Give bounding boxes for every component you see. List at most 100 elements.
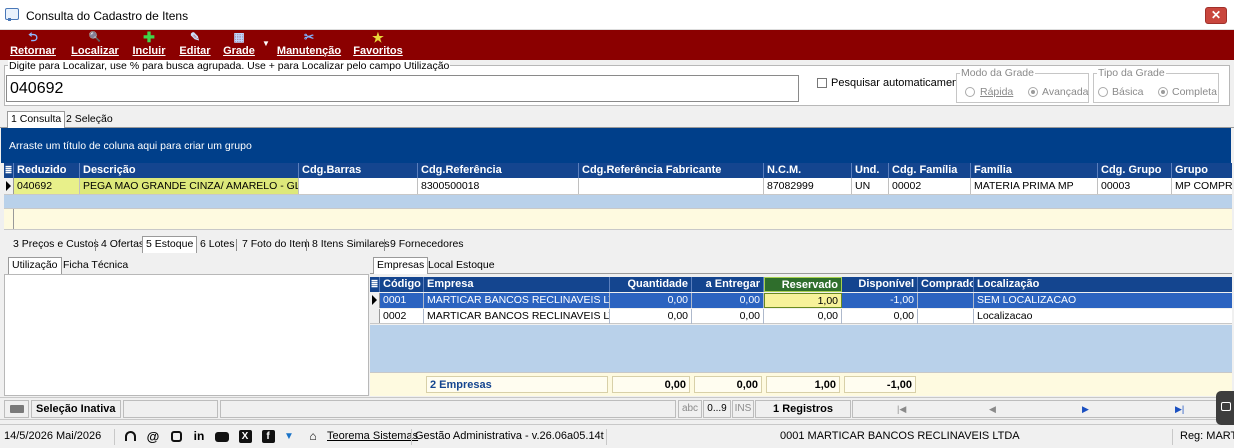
cell-localizacao[interactable]: SEM LOCALIZACAO [974,293,1232,308]
grid-type-completa-radio[interactable] [1158,87,1168,97]
keyboard-icon[interactable] [4,400,29,418]
x-icon[interactable]: X [237,429,253,444]
tab-itens-similares[interactable]: 8 Itens Similares [308,236,394,253]
col-comprado[interactable]: Comprado [918,277,974,292]
youtube-icon[interactable] [214,429,230,444]
cell-cdg-familia[interactable]: 00002 [889,178,971,194]
cell-disponivel[interactable]: -1,00 [842,293,918,308]
col-cdg-referencia-fabricante[interactable]: Cdg.Referência Fabricante [579,163,764,178]
cell-ncm[interactable]: 87082999 [764,178,852,194]
cell-empresa[interactable]: MARTICAR BANCOS RECLINAVEIS LTD [424,309,610,324]
col-und[interactable]: Und. [852,163,889,178]
cell-quantidade[interactable]: 0,00 [610,309,692,324]
grid-type-basica-radio[interactable] [1098,87,1108,97]
manutencao-button[interactable]: ✂ Manutenção [275,30,343,60]
col-localizacao[interactable]: Localização [974,277,1232,292]
search-input[interactable] [6,75,799,102]
company-link[interactable]: Teorema Sistemas [327,430,418,442]
tab-utilizacao[interactable]: Utilização [8,257,62,274]
col-empresa[interactable]: Empresa [424,277,610,292]
cell-reservado[interactable]: 1,00 [764,293,842,308]
col-reduzido[interactable]: Reduzido [14,163,80,178]
footer-count: 2 Empresas [426,376,608,393]
retornar-button[interactable]: ⮌ Retornar [6,30,60,60]
col-cdg-familia[interactable]: Cdg. Família [889,163,971,178]
last-record-button[interactable]: ▶| [1175,401,1184,417]
cell-codigo[interactable]: 0001 [380,293,424,308]
incluir-button[interactable]: ✚ Incluir [129,30,169,60]
localizar-button[interactable]: 🔍 Localizar [69,30,121,60]
status-bar: 14/5/2026 Mai/2026 @ in X f ▼ ⌂ Teorema … [0,424,1234,448]
col-cdg-grupo[interactable]: Cdg. Grupo [1098,163,1172,178]
cell-comprado[interactable] [918,309,974,324]
group-by-panel[interactable]: Arraste um título de coluna aqui para cr… [1,128,1231,163]
cell-cdg-referencia[interactable]: 8300500018 [418,178,579,194]
col-cdg-barras[interactable]: Cdg.Barras [299,163,418,178]
facebook-icon[interactable]: f [260,429,276,444]
school-icon[interactable]: ⌂ [302,429,324,444]
side-panel-toggle-icon[interactable] [1216,391,1234,425]
cell-familia[interactable]: MATERIA PRIMA MP [971,178,1098,194]
at-icon[interactable]: @ [145,429,161,444]
col-a-entregar[interactable]: a Entregar [692,277,764,292]
cell-a-entregar[interactable]: 0,00 [692,293,764,308]
tab-estoque[interactable]: 5 Estoque [142,236,198,253]
tab-local-estoque[interactable]: Local Estoque [424,257,499,274]
cell-quantidade[interactable]: 0,00 [610,293,692,308]
cell-cdg-barras[interactable] [299,178,418,194]
col-ncm[interactable]: N.C.M. [764,163,852,178]
row-indicator [370,293,380,308]
auto-search-checkbox[interactable] [817,78,827,88]
close-button[interactable]: ✕ [1205,7,1227,24]
cell-localizacao[interactable]: Localizacao [974,309,1232,324]
tab-fornecedores[interactable]: 9 Fornecedores [386,236,468,253]
tab-lotes[interactable]: 6 Lotes [196,236,238,253]
table-row[interactable]: 040692 PEGA MAO GRANDE CINZA/ AMARELO - … [4,178,1232,195]
editar-button[interactable]: ✎ Editar [177,30,213,60]
col-codigo[interactable]: Código [380,277,424,292]
cell-codigo[interactable]: 0002 [380,309,424,324]
cell-reservado[interactable]: 0,00 [764,309,842,324]
prev-record-button[interactable]: ◀ [989,401,996,417]
cell-comprado[interactable] [918,293,974,308]
first-record-button[interactable]: |◀ [897,401,906,417]
tab-selecao[interactable]: 2 Seleção [62,111,117,128]
col-descricao[interactable]: Descrição [80,163,299,178]
grade-dropdown-icon[interactable]: ▼ [262,39,270,48]
cell-grupo[interactable]: MP COMPRA [1172,178,1232,194]
cell-empresa[interactable]: MARTICAR BANCOS RECLINAVEIS LTD [424,293,610,308]
grid-menu-icon[interactable]: ≣ [4,163,14,178]
tab-foto-item[interactable]: 7 Foto do Item [238,236,314,253]
cell-reduzido[interactable]: 040692 [14,178,80,194]
cell-descricao[interactable]: PEGA MAO GRANDE CINZA/ AMARELO - GLOV [80,178,299,194]
tab-precos-custos[interactable]: 3 Preços e Custos [9,236,103,253]
funnel-icon[interactable]: ▼ [282,429,296,444]
col-disponivel[interactable]: Disponível [842,277,918,292]
col-cdg-referencia[interactable]: Cdg.Referência [418,163,579,178]
table-row[interactable]: 0002 MARTICAR BANCOS RECLINAVEIS LTD 0,0… [370,309,1232,324]
favoritos-button[interactable]: ★ Favoritos [351,30,405,60]
tab-consulta[interactable]: 1 Consulta [7,111,66,128]
cell-a-entregar[interactable]: 0,00 [692,309,764,324]
grid-mode-avancada-radio[interactable] [1028,87,1038,97]
grade-button[interactable]: ▦ Grade [221,30,257,60]
cell-und[interactable]: UN [852,178,889,194]
row-indicator [370,309,380,323]
headset-icon[interactable] [122,429,138,444]
col-quantidade[interactable]: Quantidade [610,277,692,292]
col-grupo[interactable]: Grupo [1172,163,1232,178]
col-familia[interactable]: Família [971,163,1098,178]
next-record-button[interactable]: ▶ [1082,401,1089,417]
tab-empresas[interactable]: Empresas [373,257,429,274]
cell-cdg-referencia-fabricante[interactable] [579,178,764,194]
table-row[interactable]: 0001 MARTICAR BANCOS RECLINAVEIS LTD 0,0… [370,293,1232,308]
cell-cdg-grupo[interactable]: 00003 [1098,178,1172,194]
instagram-icon[interactable] [169,429,183,444]
col-reservado[interactable]: Reservado [764,277,842,292]
grid-mode-rapida-radio[interactable] [965,87,975,97]
stock-grid-menu-icon[interactable]: ≣ [370,277,380,292]
tab-ofertas[interactable]: 4 Ofertas [97,236,148,253]
cell-disponivel[interactable]: 0,00 [842,309,918,324]
tab-ficha-tecnica[interactable]: Ficha Técnica [59,257,132,274]
linkedin-icon[interactable]: in [191,429,207,444]
